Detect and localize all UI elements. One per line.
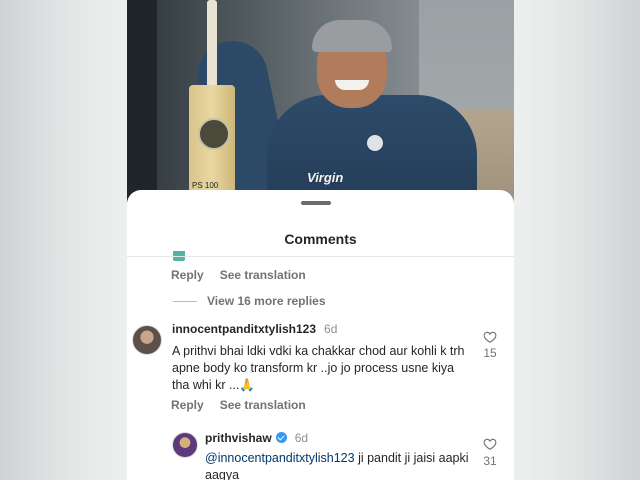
cricket-bat: PS 100 [189,0,235,200]
reply-button[interactable]: Reply [171,398,204,412]
bat-logo [198,118,230,150]
comment-author[interactable]: innocentpanditxtylish123 6d [172,322,337,336]
view-more-replies[interactable]: View 16 more replies [173,294,326,308]
reply-button[interactable]: Reply [171,268,204,282]
heart-outline-icon[interactable] [483,437,497,451]
comment-actions: Reply See translation [171,398,322,412]
comment-username[interactable]: innocentpanditxtylish123 [172,322,316,336]
comment-text: A prithvi bhai ldki vdki ka chakkar chod… [172,344,465,392]
reply-mention[interactable]: @innocentpanditxtylish123 [205,451,355,465]
photo-person: Virgin [191,20,477,215]
jacket-sponsor-text: Virgin [307,170,344,185]
reply-username[interactable]: prithvishaw [205,431,272,445]
comments-sheet: Comments Reply See translation View 16 mo… [127,190,514,480]
jacket-badge [367,135,383,151]
reply-author[interactable]: prithvishaw 6d [205,431,308,445]
reply-like-count: 31 [483,454,497,468]
see-translation-button[interactable]: See translation [220,398,306,412]
verified-badge-icon [275,432,287,443]
post-photo: Virgin PS 100 [127,0,514,215]
reply-text: @innocentpanditxtylish123 ji pandit ji j… [205,450,475,480]
bat-handle [207,0,217,90]
title-divider [127,256,514,257]
previous-comment-actions: Reply See translation [171,268,322,282]
heart-outline-icon[interactable] [483,330,497,344]
view-more-replies-label: View 16 more replies [207,294,326,308]
comment-like-count: 15 [483,346,497,360]
bat-text: PS 100 [192,181,219,190]
comment-time: 6d [324,322,338,336]
replies-line [173,300,197,302]
see-translation-button[interactable]: See translation [220,268,306,282]
photo-door [127,0,157,215]
person-cap [312,20,392,52]
avatar[interactable] [172,432,198,458]
drag-handle[interactable] [301,201,331,205]
avatar[interactable] [132,325,162,355]
sheet-title: Comments [284,231,357,247]
person-smile [335,80,369,90]
reply-time: 6d [294,431,309,445]
